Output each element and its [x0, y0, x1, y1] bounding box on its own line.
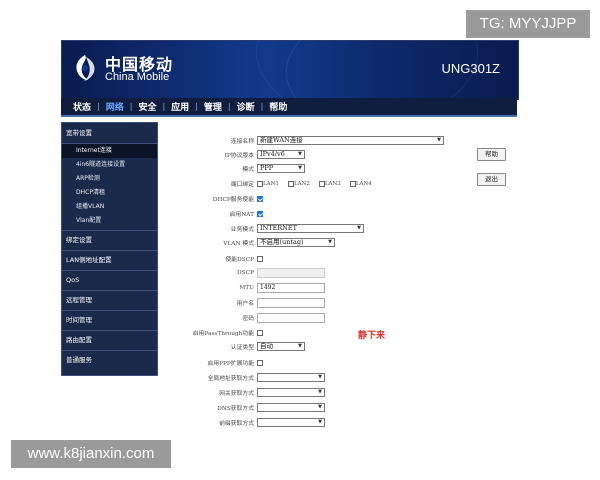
sidebar-item-time[interactable]: 时间管理: [62, 311, 157, 331]
brand-english: China Mobile: [105, 71, 170, 83]
watermark-tg: TG: MYYJJPP: [466, 10, 590, 38]
mtu-input[interactable]: 1492: [257, 282, 325, 293]
label-ip-version: IP协议版本: [224, 153, 254, 159]
password-input[interactable]: [257, 312, 325, 323]
sidebar-sub-4in6[interactable]: 4in6隧道连接设置: [62, 158, 157, 172]
label-username: 用户名: [236, 301, 254, 307]
menu-security[interactable]: 安全: [132, 100, 162, 113]
service-mode-select[interactable]: INTERNET ▼: [257, 224, 364, 233]
label-nat: 启用NAT: [229, 212, 254, 218]
gateway-select[interactable]: ▼: [257, 388, 325, 397]
chevron-down-icon: ▼: [357, 225, 361, 231]
chevron-down-icon: ▼: [318, 374, 322, 380]
sidebar-sub-internet[interactable]: Internet连接: [62, 144, 157, 158]
chevron-down-icon: ▼: [318, 419, 322, 425]
annotation-text: 静下来: [358, 331, 386, 341]
menu-application[interactable]: 应用: [165, 100, 195, 113]
sidebar-item-route[interactable]: 路由配置: [62, 331, 157, 351]
label-global-addr: 全局地址获取方式: [207, 376, 254, 382]
top-menu: 状态 | 网络 | 安全 | 应用 | 管理 | 诊断 | 帮助: [61, 98, 517, 117]
sidebar-item-qos[interactable]: QoS: [62, 271, 157, 291]
header-banner: 中国移动 China Mobile UNG301Z: [61, 40, 519, 100]
passthrough-checkbox[interactable]: [257, 329, 263, 336]
dscp-enable-checkbox[interactable]: [257, 255, 263, 262]
ppp-ext-checkbox[interactable]: [257, 359, 263, 366]
chevron-down-icon: ▼: [298, 165, 302, 171]
label-gateway: 网关获取方式: [219, 391, 254, 397]
global-addr-select[interactable]: ▼: [257, 373, 325, 382]
vlan-mode-select[interactable]: 不启用(untag) ▼: [257, 238, 335, 247]
help-button[interactable]: 帮助: [477, 148, 506, 161]
label-dns: DNS获取方式: [217, 406, 254, 412]
watermark-site: www.k8jianxin.com: [11, 440, 171, 468]
sidebar-sub-dhcp[interactable]: DHCP清租: [62, 186, 157, 200]
sidebar-sub-arp[interactable]: ARP检测: [62, 172, 157, 186]
auth-type-select[interactable]: 自动 ▼: [257, 342, 305, 351]
sidebar-group-broadband[interactable]: 宽带设置: [62, 123, 157, 144]
dscp-input[interactable]: [257, 267, 325, 278]
label-prefix: 前缀获取方式: [219, 421, 254, 427]
logout-button[interactable]: 退出: [477, 173, 506, 186]
conn-name-select[interactable]: 新建WAN连接 ▼: [257, 136, 444, 145]
sidebar-item-service[interactable]: 普通服务: [62, 351, 157, 370]
chevron-down-icon: ▼: [328, 239, 332, 245]
chevron-down-icon: ▼: [298, 343, 302, 349]
label-passthrough: 启用PassThrough功能: [192, 331, 254, 337]
menu-help[interactable]: 帮助: [263, 100, 293, 113]
menu-management[interactable]: 管理: [198, 100, 228, 113]
menu-network[interactable]: 网络: [100, 100, 130, 113]
prefix-select[interactable]: ▼: [257, 418, 325, 427]
nat-checkbox[interactable]: [257, 210, 263, 217]
label-dscp: DSCP: [237, 269, 254, 276]
dns-select[interactable]: ▼: [257, 403, 325, 412]
sidebar-item-remote[interactable]: 远程管理: [62, 291, 157, 311]
label-mode: 模式: [242, 167, 254, 173]
menu-diagnostics[interactable]: 诊断: [231, 100, 261, 113]
chevron-down-icon: ▼: [437, 137, 441, 143]
mode-select[interactable]: PPP ▼: [257, 164, 305, 173]
ip-version-select[interactable]: IPv4/v6 ▼: [257, 150, 305, 159]
label-conn-name: 连接名称: [230, 139, 254, 145]
label-auth-type: 认证类型: [230, 345, 254, 351]
chevron-down-icon: ▼: [298, 151, 302, 157]
model-name: UNG301Z: [441, 61, 500, 76]
chevron-down-icon: ▼: [318, 404, 322, 410]
username-input[interactable]: [257, 297, 325, 308]
label-port-bind: 端口绑定: [230, 182, 254, 188]
label-dhcp-server: DHCP服务使能: [212, 197, 254, 203]
label-mtu: MTU: [239, 284, 254, 291]
label-vlan-mode: VLAN 模式: [223, 241, 254, 247]
label-ppp-ext: 启用PPP扩展功能: [207, 361, 254, 367]
menu-status[interactable]: 状态: [67, 100, 97, 113]
sidebar: 宽带设置 Internet连接 4in6隧道连接设置 ARP检测 DHCP清租 …: [61, 122, 158, 376]
dhcp-server-checkbox[interactable]: [257, 195, 263, 202]
china-mobile-logo-icon: [76, 55, 95, 81]
sidebar-sub-vlan[interactable]: Vlan配置: [62, 214, 157, 231]
label-dscp-enable: 使能DSCP: [225, 257, 254, 263]
sidebar-sub-multicast-vlan[interactable]: 组播VLAN: [62, 200, 157, 214]
port-bind-group: LAN1 LAN2 LAN3 LAN4: [257, 180, 381, 187]
sidebar-item-lan[interactable]: LAN侧地址配置: [62, 251, 157, 271]
chevron-down-icon: ▼: [318, 389, 322, 395]
wan-form: 连接名称 新建WAN连接 ▼ IP协议版本 IPv4/v6 ▼ 模式 PPP ▼ 端口…: [160, 132, 520, 432]
label-service-mode: 业务模式: [230, 227, 254, 233]
sidebar-item-binding[interactable]: 绑定设置: [62, 231, 157, 251]
label-password: 密码: [242, 316, 254, 322]
